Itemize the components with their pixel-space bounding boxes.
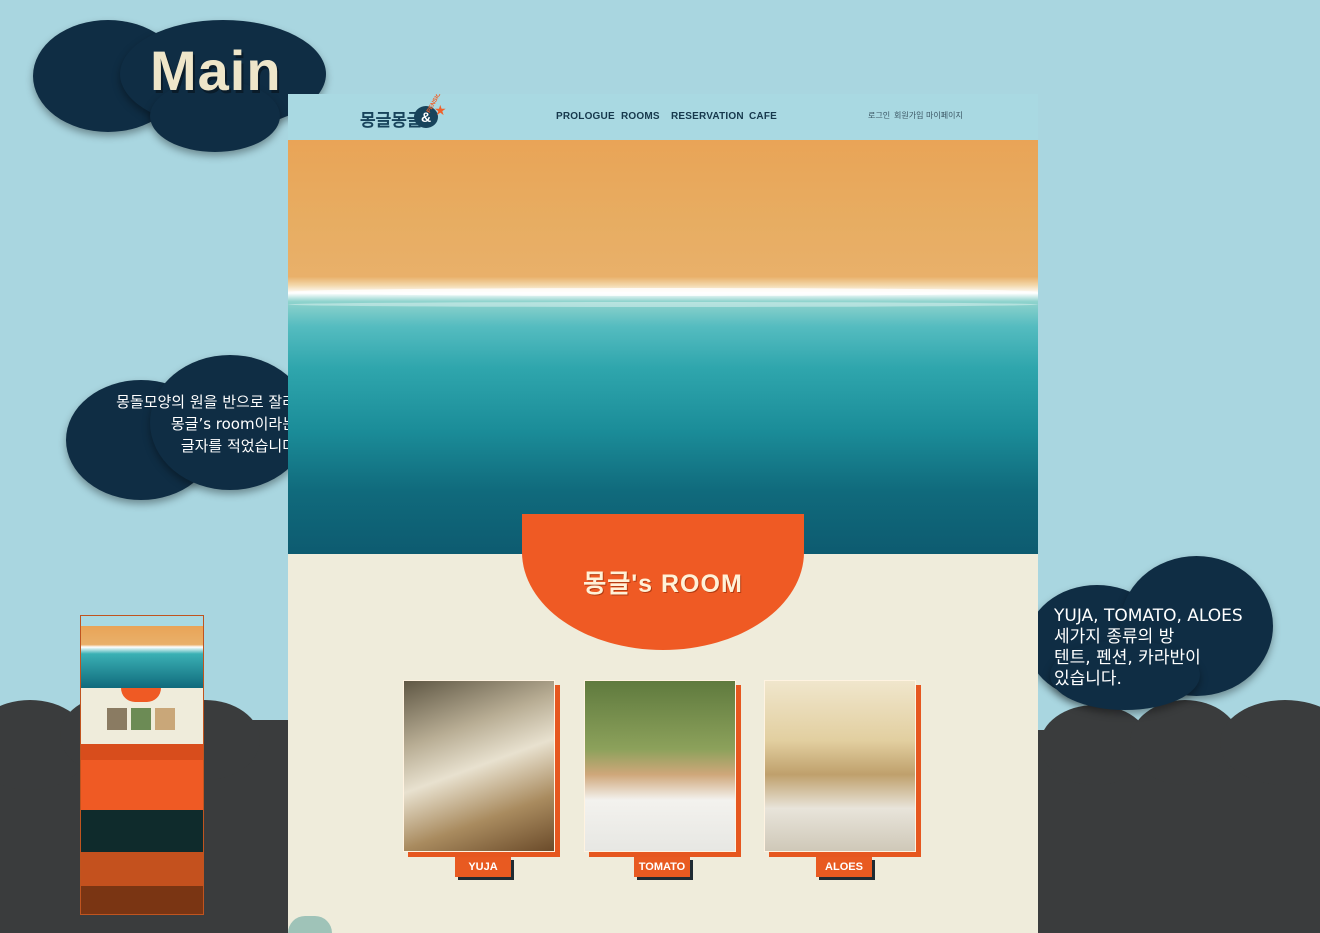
mypage-link[interactable]: 마이페이지 (926, 110, 963, 121)
thumb-dark (81, 810, 203, 852)
room-label-yuja[interactable]: YUJA (455, 857, 511, 877)
nav-cafe[interactable]: CAFE (749, 111, 777, 122)
star-icon: ★ (434, 102, 447, 118)
thumb-room-2 (131, 708, 151, 730)
room-photo-caravan (764, 680, 916, 852)
hero-wave (288, 302, 1038, 307)
login-link[interactable]: 로그인 (868, 110, 890, 121)
room-photo-tent (403, 680, 555, 852)
thumb-room-1 (107, 708, 127, 730)
room-label-aloes[interactable]: ALOES (816, 857, 872, 877)
thumb-notice (81, 852, 203, 886)
nav-rooms[interactable]: ROOMS (621, 111, 660, 122)
page-thumbnail (80, 615, 204, 915)
hero-wave (288, 288, 1038, 296)
thumb-room-3 (155, 708, 175, 730)
next-section-edge (288, 916, 332, 933)
main-title: Main (150, 39, 282, 102)
room-label-tomato[interactable]: TOMATO (634, 857, 690, 877)
hero-beach-image (288, 140, 1038, 554)
thumb-banner (81, 744, 203, 760)
note-left-line-3: 글자를 적었습니다 (180, 437, 296, 455)
note-left: 몽돌모양의 원을 반으로 잘라 몽글’s room이라는 글자를 적었습니다 (80, 391, 296, 457)
room-photo-pension (584, 680, 736, 852)
note-right-line-2: 세가지 종류의 방 (1054, 627, 1175, 647)
site-header: 몽글몽글 & PENSION ★ PROLOGUE ROOMS RESERVAT… (288, 94, 1038, 140)
note-left-line-2: 몽글’s room이라는 (170, 415, 296, 433)
note-right: YUJA, TOMATO, ALOES 세가지 종류의 방 텐트, 펜션, 카라… (1054, 606, 1284, 690)
thumb-hero (81, 626, 203, 688)
thumb-footer (81, 886, 203, 914)
thumb-lifestyle (81, 760, 203, 810)
signup-link[interactable]: 회원가입 (894, 110, 923, 121)
nav-prologue[interactable]: PROLOGUE (556, 111, 615, 122)
thumb-header (81, 616, 203, 626)
room-heading: 몽글's ROOM (583, 570, 743, 598)
note-right-line-4: 있습니다. (1054, 669, 1122, 689)
note-left-line-1: 몽돌모양의 원을 반으로 잘라 (116, 393, 296, 411)
note-right-line-3: 텐트, 펜션, 카라반이 (1054, 648, 1201, 668)
site-mockup: 몽글몽글 & PENSION ★ PROLOGUE ROOMS RESERVAT… (288, 94, 1038, 933)
note-right-line-1: YUJA, TOMATO, ALOES (1054, 606, 1243, 626)
nav-reservation[interactable]: RESERVATION (671, 111, 744, 122)
